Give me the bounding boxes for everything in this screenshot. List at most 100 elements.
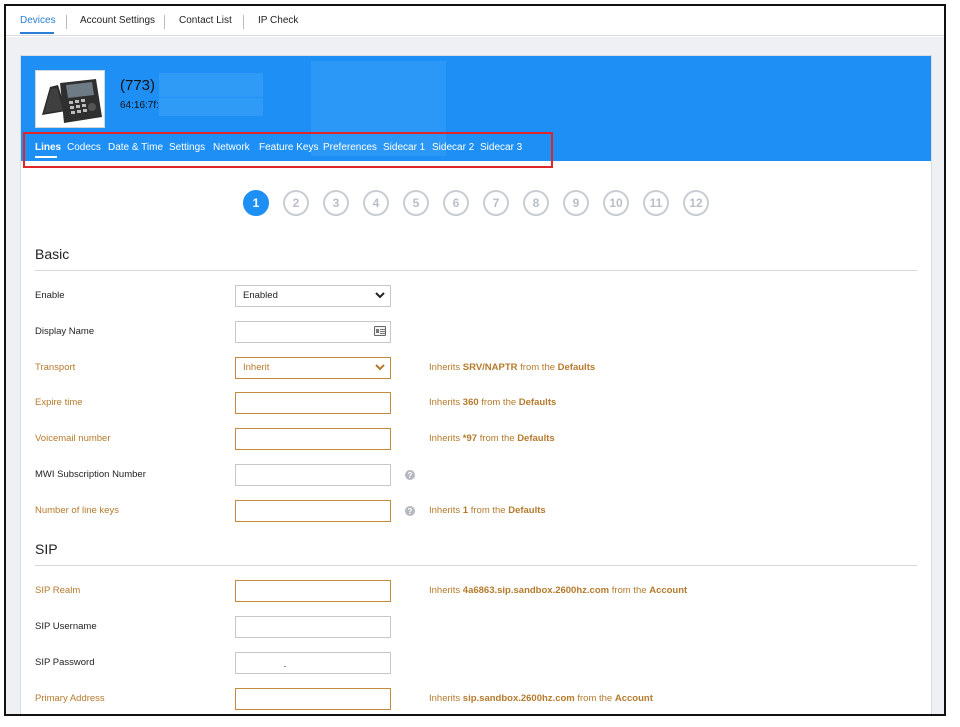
inherit-middle: from the bbox=[468, 505, 509, 516]
help-icon[interactable]: ? bbox=[405, 506, 415, 516]
display-name-field[interactable] bbox=[235, 321, 391, 343]
mwi-subscription-label: MWI Subscription Number bbox=[35, 469, 146, 480]
transport-select[interactable]: Inherit bbox=[235, 357, 391, 379]
section-title-basic: Basic bbox=[35, 246, 70, 262]
mwi-subscription-field[interactable] bbox=[235, 464, 391, 486]
line-2-button[interactable]: 2 bbox=[283, 190, 309, 216]
inherit-middle: from the bbox=[574, 693, 615, 704]
line-11-button[interactable]: 11 bbox=[643, 190, 669, 216]
expire-time-field[interactable] bbox=[235, 392, 391, 414]
voicemail-number-label: Voicemail number bbox=[35, 433, 111, 444]
enable-select[interactable]: Enabled bbox=[235, 285, 391, 307]
chevron-down-icon bbox=[375, 364, 385, 371]
device-phone-number: (773) bbox=[120, 77, 156, 94]
subtab-network[interactable]: Network bbox=[213, 142, 250, 153]
inherit-prefix: Inherits bbox=[429, 585, 463, 596]
voicemail-inherit-note: Inherits *97 from the Defaults bbox=[429, 433, 555, 444]
enable-select-value: Enabled bbox=[243, 290, 278, 301]
inherit-prefix: Inherits bbox=[429, 433, 463, 444]
inherit-source: Defaults bbox=[508, 505, 546, 516]
line-4-button[interactable]: 4 bbox=[363, 190, 389, 216]
inherit-value: *97 bbox=[462, 433, 478, 444]
line-7-button[interactable]: 7 bbox=[483, 190, 509, 216]
section-divider bbox=[35, 270, 917, 271]
transport-inherit-note: Inherits SRV/NAPTR from the Defaults bbox=[429, 362, 595, 373]
inherit-source: Account bbox=[649, 585, 688, 596]
redaction-block bbox=[159, 73, 263, 97]
line-keys-label: Number of line keys bbox=[35, 505, 119, 516]
line-5-button[interactable]: 5 bbox=[403, 190, 429, 216]
app-window: Devices Account Settings Contact List IP… bbox=[4, 4, 946, 716]
line-12-button[interactable]: 12 bbox=[683, 190, 709, 216]
line-10-button[interactable]: 10 bbox=[603, 190, 629, 216]
active-tab-indicator bbox=[20, 32, 54, 34]
subtab-sidecar-1[interactable]: Sidecar 1 bbox=[383, 142, 425, 153]
transport-select-value: Inherit bbox=[243, 362, 270, 373]
sip-realm-field[interactable] bbox=[235, 580, 391, 602]
subtab-codecs[interactable]: Codecs bbox=[67, 142, 101, 153]
subtab-preferences[interactable]: Preferences bbox=[323, 142, 377, 153]
line-keys-field[interactable] bbox=[235, 500, 391, 522]
display-name-label: Display Name bbox=[35, 326, 95, 337]
inherit-middle: from the bbox=[478, 397, 519, 408]
primary-address-label: Primary Address bbox=[35, 693, 105, 704]
inherit-value: 360 bbox=[462, 397, 479, 408]
inherit-middle: from the bbox=[477, 433, 518, 444]
line-1-button[interactable]: 1 bbox=[243, 190, 269, 216]
sip-realm-label: SIP Realm bbox=[35, 585, 81, 596]
tab-devices[interactable]: Devices bbox=[20, 15, 56, 26]
device-mac-address: 64:16:7f: bbox=[120, 100, 159, 111]
sip-username-field[interactable] bbox=[235, 616, 391, 638]
primary-address-field[interactable] bbox=[235, 688, 391, 710]
expire-time-inherit-note: Inherits 360 from the Defaults bbox=[429, 397, 556, 408]
subtab-feature-keys[interactable]: Feature Keys bbox=[259, 142, 318, 153]
subtab-sidecar-2[interactable]: Sidecar 2 bbox=[432, 142, 474, 153]
phone-image bbox=[35, 70, 105, 128]
active-subtab-indicator bbox=[35, 156, 57, 158]
device-header: (773) 64:16:7f: Lines Codecs Date & Time… bbox=[21, 56, 931, 168]
line-3-button[interactable]: 3 bbox=[323, 190, 349, 216]
inherit-prefix: Inherits bbox=[429, 397, 463, 408]
inherit-prefix: Inherits bbox=[429, 362, 463, 373]
line-keys-inherit-note: Inherits 1 from the Defaults bbox=[429, 505, 546, 516]
sip-username-label: SIP Username bbox=[35, 621, 97, 632]
subtab-date-time[interactable]: Date & Time bbox=[108, 142, 163, 153]
primary-address-inherit-note: Inherits sip.sandbox.2600hz.com from the… bbox=[429, 693, 653, 704]
sip-password-field[interactable] bbox=[235, 652, 391, 674]
inherit-prefix: Inherits bbox=[429, 505, 463, 516]
expire-time-label: Expire time bbox=[35, 397, 83, 408]
inherit-middle: from the bbox=[517, 362, 558, 373]
enable-label: Enable bbox=[35, 290, 65, 301]
line-9-button[interactable]: 9 bbox=[563, 190, 589, 216]
tab-contact-list[interactable]: Contact List bbox=[179, 15, 232, 26]
tab-ip-check[interactable]: IP Check bbox=[258, 15, 298, 26]
transport-label: Transport bbox=[35, 362, 76, 373]
sip-password-label: SIP Password bbox=[35, 657, 95, 668]
subtab-lines[interactable]: Lines bbox=[35, 142, 61, 153]
tab-divider bbox=[66, 15, 67, 29]
tab-divider bbox=[164, 15, 165, 29]
inherit-source: Defaults bbox=[518, 397, 557, 408]
inherit-value: 4a6863.sip.sandbox.2600hz.com bbox=[462, 585, 610, 596]
password-mask bbox=[284, 666, 286, 667]
redaction-block bbox=[159, 98, 263, 116]
inherit-value: sip.sandbox.2600hz.com bbox=[462, 693, 575, 704]
subtab-sidecar-3[interactable]: Sidecar 3 bbox=[480, 142, 522, 153]
section-title-sip: SIP bbox=[35, 541, 58, 557]
tab-account-settings[interactable]: Account Settings bbox=[80, 15, 155, 26]
line-8-button[interactable]: 8 bbox=[523, 190, 549, 216]
inherit-source: Defaults bbox=[517, 433, 555, 444]
line-6-button[interactable]: 6 bbox=[443, 190, 469, 216]
inherit-source: Account bbox=[614, 693, 653, 704]
subtab-settings[interactable]: Settings bbox=[169, 142, 205, 153]
contact-card-icon[interactable] bbox=[374, 326, 386, 336]
device-settings-card: (773) 64:16:7f: Lines Codecs Date & Time… bbox=[20, 55, 932, 714]
inherit-source: Defaults bbox=[557, 362, 596, 373]
help-icon[interactable]: ? bbox=[405, 470, 415, 480]
tab-divider bbox=[243, 15, 244, 29]
sip-realm-inherit-note: Inherits 4a6863.sip.sandbox.2600hz.com f… bbox=[429, 585, 687, 596]
top-navigation: Devices Account Settings Contact List IP… bbox=[6, 6, 944, 36]
inherit-middle: from the bbox=[609, 585, 650, 596]
voicemail-number-field[interactable] bbox=[235, 428, 391, 450]
inherit-value: SRV/NAPTR bbox=[462, 362, 518, 373]
